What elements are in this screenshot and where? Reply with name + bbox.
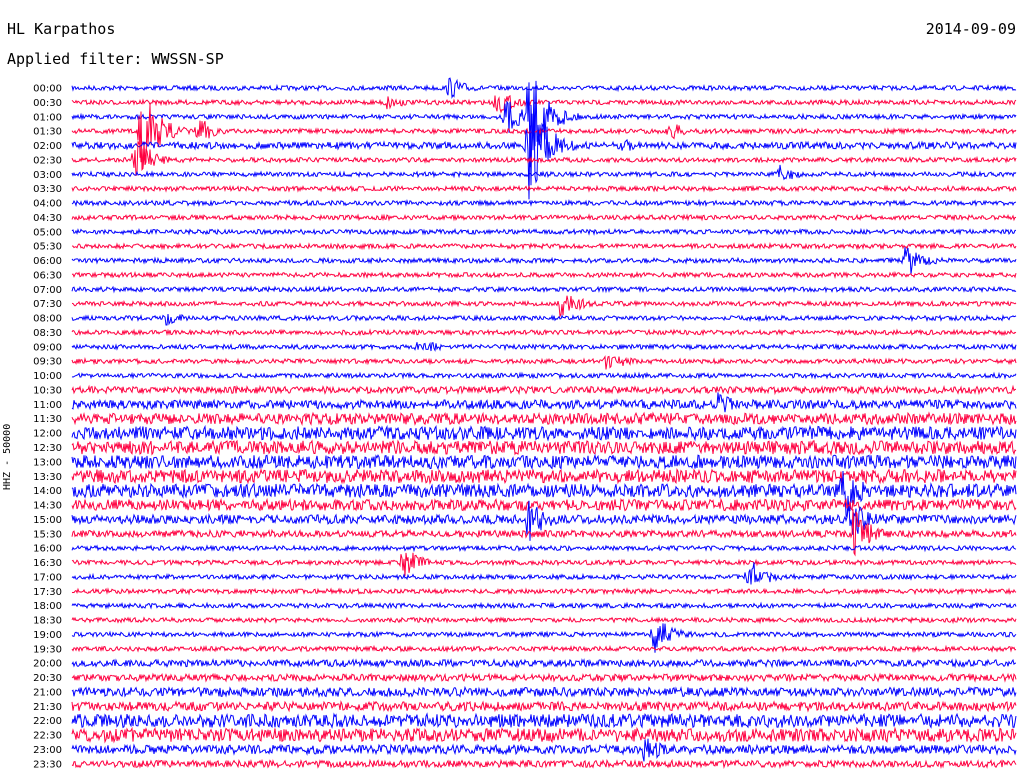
row-time-label: 19:30 — [33, 644, 62, 655]
row-time-label: 14:30 — [33, 501, 62, 512]
row-time-label: 03:30 — [33, 184, 62, 195]
row-time-label: 02:00 — [33, 141, 62, 152]
trace-row-0730 — [71, 295, 1017, 318]
row-time-label: 04:00 — [33, 199, 62, 210]
trace-row-0700 — [71, 285, 1017, 294]
row-time-label: 01:00 — [33, 112, 62, 123]
row-time-label: 07:00 — [33, 285, 62, 296]
row-time-label: 20:00 — [33, 659, 62, 670]
row-time-label: 10:00 — [33, 371, 62, 382]
trace-row-2130 — [71, 700, 1017, 713]
row-time-label: 06:30 — [33, 270, 62, 281]
trace-row-0500 — [71, 227, 1016, 236]
trace-row-1000 — [71, 371, 1017, 380]
trace-row-0630 — [71, 270, 1017, 280]
trace-row-1730 — [71, 587, 1017, 596]
row-time-label: 08:00 — [33, 314, 62, 325]
row-time-label: 20:30 — [33, 673, 62, 684]
row-time-label: 16:30 — [33, 558, 62, 569]
trace-row-1630 — [71, 552, 1017, 576]
row-time-label: 09:00 — [33, 342, 62, 353]
row-time-label: 23:00 — [33, 745, 62, 756]
row-time-label: 12:30 — [33, 443, 62, 454]
row-time-label: 07:30 — [33, 299, 62, 310]
trace-row-2100 — [71, 685, 1017, 698]
trace-row-1200 — [71, 424, 1017, 442]
row-time-label: 23:30 — [33, 759, 62, 770]
row-time-label: 22:30 — [33, 731, 62, 742]
row-time-label: 10:30 — [33, 385, 62, 396]
trace-row-1700 — [71, 562, 1017, 585]
row-time-label: 18:00 — [33, 601, 62, 612]
trace-row-0900 — [71, 341, 1017, 352]
row-time-label: 22:00 — [33, 716, 62, 727]
trace-row-0000 — [71, 77, 1017, 99]
row-time-label: 00:00 — [33, 84, 62, 95]
row-time-label: 21:30 — [33, 702, 62, 713]
trace-row-0930 — [71, 355, 1017, 370]
row-time-label: 03:00 — [33, 170, 62, 181]
trace-row-1130 — [71, 411, 1017, 427]
row-time-label: 15:30 — [33, 529, 62, 540]
row-time-label: 13:30 — [33, 472, 62, 483]
trace-row-1930 — [71, 644, 1017, 654]
row-time-label: 12:00 — [33, 429, 62, 440]
row-time-label: 00:30 — [33, 98, 62, 109]
row-time-label: 05:30 — [33, 242, 62, 253]
seismogram-plot: 00:00 00:30 01:00 01:30 02:00 02:30 03:00 03:30… — [33, 77, 1017, 770]
row-time-label: 14:00 — [33, 486, 62, 497]
trace-row-0300 — [71, 164, 1017, 181]
row-time-label: 06:00 — [33, 256, 62, 267]
trace-row-2300 — [71, 738, 1017, 762]
row-time-label: 01:30 — [33, 127, 62, 138]
trace-row-1430 — [71, 497, 1017, 512]
trace-row-1830 — [71, 616, 1017, 625]
row-time-label: 18:30 — [33, 616, 62, 627]
trace-row-1030 — [71, 384, 1016, 396]
trace-row-1230 — [71, 439, 1017, 457]
row-time-label: 21:00 — [33, 687, 62, 698]
trace-row-0600 — [71, 247, 1017, 275]
trace-row-0430 — [71, 213, 1017, 222]
trace-row-0530 — [71, 241, 1017, 251]
trace-row-2030 — [71, 672, 1017, 683]
trace-row-1600 — [71, 544, 1017, 553]
trace-row-1300 — [71, 453, 1017, 471]
row-time-label: 08:30 — [33, 328, 62, 339]
trace-row-2200 — [71, 712, 1017, 730]
row-time-label: 11:30 — [33, 414, 62, 425]
row-time-label: 16:00 — [33, 544, 62, 555]
row-time-label: 17:00 — [33, 572, 62, 583]
trace-row-0800 — [71, 313, 1017, 326]
row-time-label: 15:00 — [33, 515, 62, 526]
trace-row-0400 — [71, 198, 1017, 208]
trace-row-1800 — [71, 601, 1017, 610]
trace-row-2000 — [71, 658, 1017, 669]
row-time-label: 19:00 — [33, 630, 62, 641]
trace-row-0830 — [71, 328, 1017, 337]
trace-row-1330 — [71, 467, 1017, 485]
trace-row-2330 — [71, 758, 1017, 770]
row-time-label: 11:00 — [33, 400, 62, 411]
row-time-label: 02:30 — [33, 155, 62, 166]
trace-row-1100 — [71, 392, 1017, 413]
row-time-label: 17:30 — [33, 587, 62, 598]
row-time-label: 04:30 — [33, 213, 62, 224]
row-time-label: 09:30 — [33, 357, 62, 368]
row-time-label: 13:00 — [33, 457, 62, 468]
trace-row-0200 — [71, 111, 1017, 200]
trace-row-0330 — [71, 184, 1017, 193]
trace-row-2230 — [71, 726, 1017, 744]
row-time-label: 05:00 — [33, 227, 62, 238]
